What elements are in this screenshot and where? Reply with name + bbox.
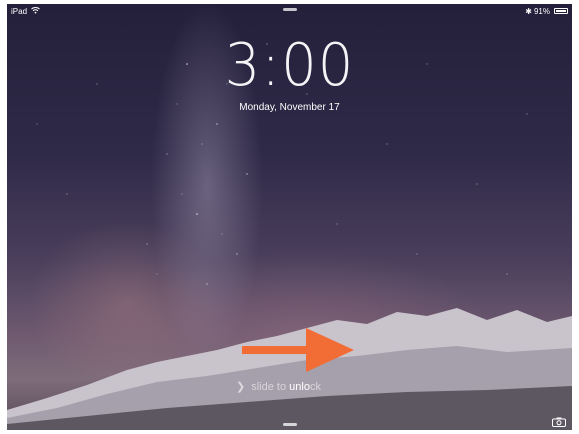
slide-text-highlight: unlo — [289, 381, 310, 393]
slide-to-unlock[interactable]: ❯ slide to unlock — [236, 380, 321, 393]
carrier-label: iPad — [11, 7, 28, 16]
wifi-icon — [31, 6, 40, 16]
lock-date: Monday, November 17 — [239, 102, 340, 113]
chevron-right-icon: ❯ — [236, 381, 246, 393]
camera-icon[interactable] — [552, 417, 566, 427]
bluetooth-icon: ✱ — [525, 7, 532, 16]
control-center-grabber[interactable] — [283, 423, 297, 426]
battery-icon — [554, 8, 568, 14]
slide-text-pre: slide to — [251, 381, 290, 393]
lock-time: 3:00 — [224, 31, 355, 100]
arrow-right-icon — [242, 328, 354, 372]
slide-text-post: ck — [309, 381, 321, 393]
battery-percent: 91% — [533, 7, 550, 16]
notification-center-grabber[interactable] — [283, 8, 297, 11]
